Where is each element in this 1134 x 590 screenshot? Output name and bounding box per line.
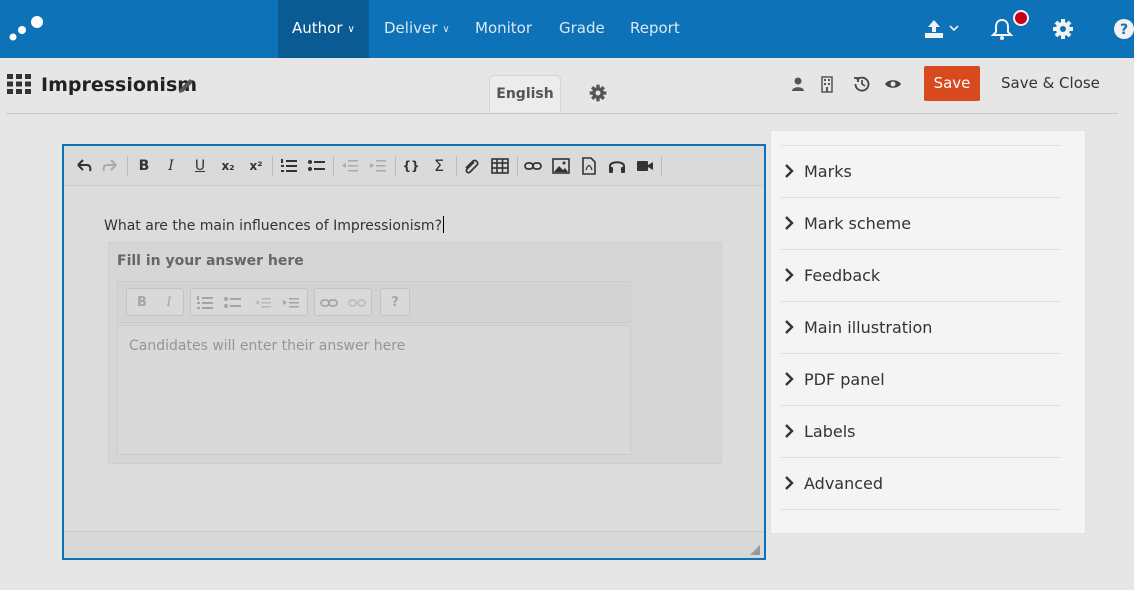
gear-icon[interactable] — [1051, 17, 1075, 41]
panel-item-advanced[interactable]: Advanced — [781, 458, 1061, 510]
logo-icon[interactable] — [8, 14, 44, 42]
text-cursor — [443, 216, 445, 233]
answer-link-group — [314, 288, 372, 316]
question-editor[interactable]: B I U x₂ x² {} Σ What are the main influ… — [62, 144, 766, 560]
toolbar-separator — [127, 156, 128, 176]
bold-button[interactable]: B — [134, 156, 154, 176]
pencil-icon[interactable] — [177, 77, 195, 95]
page-title: Impressionism — [41, 74, 198, 96]
apps-grid-icon[interactable] — [7, 74, 31, 94]
help-icon[interactable]: ? — [1112, 17, 1134, 41]
answer-unlink-icon[interactable] — [347, 294, 367, 312]
answer-block: Fill in your answer here B I ? Candidate… — [108, 242, 722, 464]
answer-help-group: ? — [380, 288, 410, 316]
pdf-file-icon[interactable] — [579, 156, 599, 176]
italic-button[interactable]: I — [161, 156, 181, 176]
tab-language[interactable]: English — [489, 75, 561, 112]
editor-status-bar — [64, 531, 764, 558]
bullet-list-icon[interactable] — [307, 156, 327, 176]
answer-format-group: B I — [126, 288, 184, 316]
toolbar-separator — [456, 156, 457, 176]
answer-placeholder: Candidates will enter their answer here — [129, 338, 406, 354]
panel-item-main-illustration[interactable]: Main illustration — [781, 302, 1061, 354]
answer-italic-button[interactable]: I — [159, 294, 179, 312]
top-navigation-bar: Author ∨ Deliver ∨ Monitor Grade Report ? — [0, 0, 1134, 58]
resize-handle-icon[interactable] — [750, 545, 760, 555]
notification-dot — [1013, 10, 1029, 26]
nav-author[interactable]: Author ∨ — [278, 0, 369, 58]
chevron-right-icon — [785, 476, 794, 490]
user-icon[interactable] — [789, 75, 807, 93]
superscript-button[interactable]: x² — [246, 156, 266, 176]
toolbar-separator — [661, 156, 662, 176]
code-button[interactable]: {} — [401, 156, 421, 176]
nav-grade[interactable]: Grade — [559, 0, 605, 58]
save-and-close-button[interactable]: Save & Close — [1001, 74, 1100, 92]
chevron-right-icon — [785, 320, 794, 334]
upload-icon[interactable] — [924, 17, 960, 41]
language-settings-gear-icon[interactable] — [588, 83, 608, 103]
subscript-button[interactable]: x₂ — [218, 156, 238, 176]
video-camera-icon[interactable] — [635, 156, 655, 176]
answer-indent-icon[interactable] — [281, 294, 301, 312]
chevron-right-icon — [785, 268, 794, 282]
chevron-down-icon: ∨ — [347, 24, 355, 35]
answer-outdent-icon[interactable] — [253, 294, 273, 312]
link-icon[interactable] — [523, 156, 543, 176]
header-divider — [6, 113, 1118, 114]
nav-monitor[interactable]: Monitor — [475, 0, 532, 58]
undo-icon[interactable] — [74, 156, 94, 176]
answer-toolbar: B I ? — [117, 281, 631, 323]
answer-list-group — [190, 288, 308, 316]
answer-link-icon[interactable] — [319, 294, 339, 312]
save-button[interactable]: Save — [924, 66, 980, 101]
panel-item-labels[interactable]: Labels — [781, 406, 1061, 458]
toolbar-separator — [333, 156, 334, 176]
panel-item-pdf-panel[interactable]: PDF panel — [781, 354, 1061, 406]
audio-headphones-icon[interactable] — [607, 156, 627, 176]
answer-numbered-list-icon[interactable] — [195, 294, 215, 312]
underline-button[interactable]: U — [190, 156, 210, 176]
chevron-right-icon — [785, 164, 794, 178]
panel-item-mark-scheme[interactable]: Mark scheme — [781, 198, 1061, 250]
image-icon[interactable] — [551, 156, 571, 176]
building-icon[interactable] — [818, 75, 836, 93]
bell-icon[interactable] — [990, 17, 1014, 41]
outdent-icon[interactable] — [340, 156, 360, 176]
question-settings-panel: Marks Mark scheme Feedback Main illustra… — [770, 130, 1086, 534]
answer-title: Fill in your answer here — [117, 253, 304, 269]
answer-bold-button[interactable]: B — [132, 294, 152, 312]
nav-report[interactable]: Report — [630, 0, 680, 58]
preview-eye-icon[interactable] — [884, 75, 902, 93]
toolbar-separator — [395, 156, 396, 176]
svg-text:?: ? — [1120, 22, 1128, 38]
editor-toolbar: B I U x₂ x² {} Σ — [64, 146, 764, 186]
attachment-paperclip-icon[interactable] — [461, 156, 481, 176]
panel-item-marks[interactable]: Marks — [781, 146, 1061, 198]
chevron-down-icon: ∨ — [442, 24, 450, 35]
answer-input-area[interactable]: Candidates will enter their answer here — [117, 325, 631, 455]
history-icon[interactable] — [853, 75, 871, 93]
question-text[interactable]: What are the main influences of Impressi… — [104, 216, 445, 234]
answer-bullet-list-icon[interactable] — [223, 294, 243, 312]
chevron-right-icon — [785, 424, 794, 438]
indent-icon[interactable] — [368, 156, 388, 176]
redo-icon[interactable] — [100, 156, 120, 176]
chevron-right-icon — [785, 372, 794, 386]
toolbar-separator — [272, 156, 273, 176]
table-icon[interactable] — [490, 156, 510, 176]
chevron-right-icon — [785, 216, 794, 230]
panel-item-feedback[interactable]: Feedback — [781, 250, 1061, 302]
math-sigma-button[interactable]: Σ — [429, 156, 449, 176]
toolbar-separator — [517, 156, 518, 176]
nav-deliver[interactable]: Deliver ∨ — [384, 0, 450, 58]
numbered-list-icon[interactable] — [279, 156, 299, 176]
answer-help-button[interactable]: ? — [385, 294, 405, 312]
